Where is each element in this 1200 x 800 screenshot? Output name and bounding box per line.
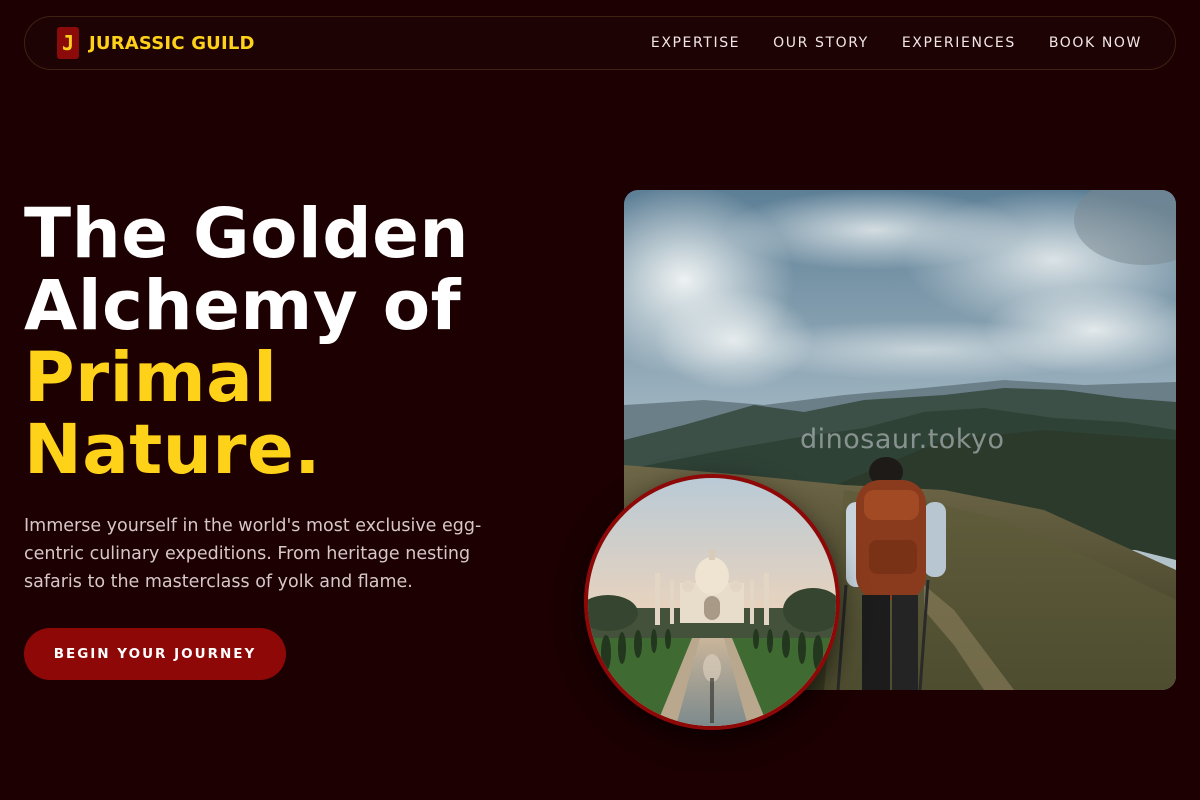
hero-title-line-1: The Golden [24, 194, 470, 274]
taj-mahal-circle-photo [584, 474, 840, 730]
brand-logo-link[interactable]: J JURASSIC GUILD [57, 27, 255, 59]
hero-title-line-4: Nature. [24, 410, 321, 490]
begin-journey-button[interactable]: BEGIN YOUR JOURNEY [24, 628, 286, 680]
nav-links: EXPERTISE OUR STORY EXPERIENCES BOOK NOW [651, 35, 1142, 51]
hero-title-line-2: Alchemy of [24, 266, 462, 346]
hero-title-line-3: Primal [24, 338, 278, 418]
nav-link-book-now[interactable]: BOOK NOW [1049, 35, 1142, 51]
hero-description: Immerse yourself in the world's most exc… [24, 516, 482, 592]
brand-mark-icon: J [57, 27, 79, 59]
hero-title: The Golden Alchemy of Primal Nature. [24, 198, 584, 486]
nav-link-our-story[interactable]: OUR STORY [773, 35, 869, 51]
nav-link-expertise[interactable]: EXPERTISE [651, 35, 740, 51]
landing-page: J JURASSIC GUILD EXPERTISE OUR STORY EXP… [0, 0, 1200, 800]
nav-link-experiences[interactable]: EXPERIENCES [902, 35, 1016, 51]
top-navigation: J JURASSIC GUILD EXPERTISE OUR STORY EXP… [24, 16, 1176, 70]
brand-name: JURASSIC GUILD [89, 32, 255, 54]
